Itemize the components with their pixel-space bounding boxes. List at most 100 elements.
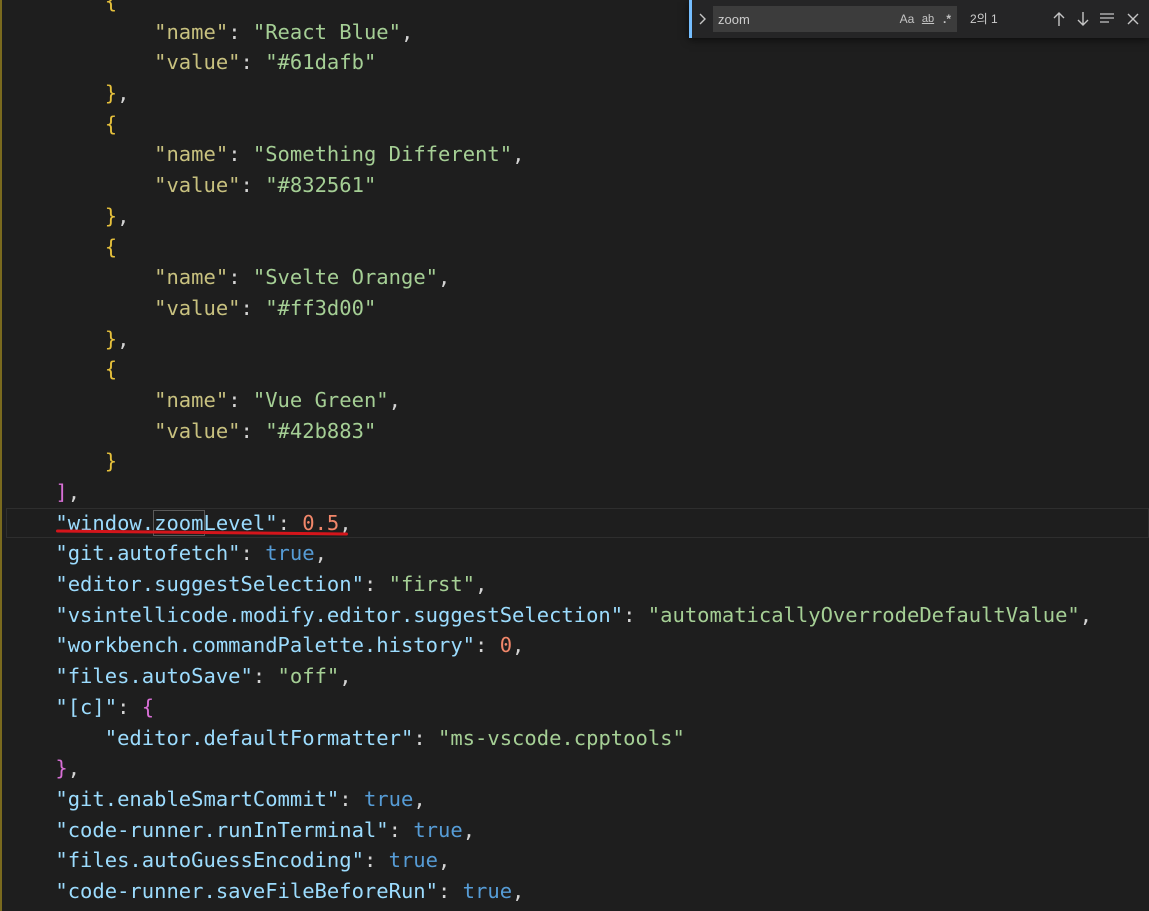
code-token: : — [240, 541, 266, 566]
code-token: { — [55, 357, 118, 382]
code-token: "ms-vscode.cpptools" — [438, 725, 685, 750]
code-token: "git.enableSmartCommit" — [55, 786, 340, 811]
code-token: , — [117, 203, 130, 228]
whole-word-toggle[interactable]: ab — [919, 10, 937, 28]
code-token: , — [67, 756, 81, 781]
find-result-count: 2의 1 — [970, 12, 998, 26]
code-token: "first" — [388, 572, 476, 597]
code-token: , — [339, 510, 352, 535]
code-token: , — [117, 81, 130, 106]
code-token: "name" — [154, 142, 229, 167]
code-line[interactable]: "name": "Something Different", — [6, 139, 1149, 170]
code-token: : — [117, 694, 142, 719]
code-token: : — [240, 295, 266, 320]
code-token: true — [363, 786, 414, 811]
code-token: "#42b883" — [265, 418, 377, 443]
code-token: "value" — [154, 50, 241, 75]
code-line[interactable]: }, — [6, 201, 1149, 232]
code-token: ] — [55, 480, 68, 504]
code-token: } — [55, 203, 118, 228]
code-token: { — [55, 234, 118, 259]
arrow-up-icon[interactable] — [1049, 8, 1069, 30]
code-token: "name" — [154, 265, 229, 290]
code-token: "code-runner.runInTerminal" — [55, 817, 389, 842]
code-line[interactable]: "value": "#ff3d00" — [6, 293, 1149, 324]
code-line[interactable]: { — [6, 354, 1149, 385]
code-line[interactable]: "window.zoomLevel": 0.5, — [6, 507, 1149, 539]
code-line[interactable]: "git.autofetch": true, — [6, 538, 1149, 569]
code-token: "value" — [154, 173, 241, 198]
code-line[interactable]: "workbench.commandPalette.history": 0, — [6, 630, 1149, 661]
code-token: , — [512, 142, 525, 167]
code-line[interactable]: }, — [6, 78, 1149, 109]
code-line[interactable]: "vsintellicode.modify.editor.suggestSele… — [6, 600, 1149, 631]
code-line[interactable]: "files.autoSave": "off", — [6, 661, 1149, 692]
code-line[interactable]: ], — [6, 477, 1149, 508]
code-token: } — [55, 449, 118, 474]
code-token: "#ff3d00" — [265, 295, 377, 320]
code-token: "automaticallyOverrodeDefaultValue" — [647, 602, 1080, 627]
code-token: "name" — [154, 387, 229, 412]
code-line[interactable]: "code-runner.runInTerminal": true, — [6, 815, 1149, 846]
code-token: "git.autofetch" — [55, 541, 241, 566]
code-token: { — [55, 0, 118, 13]
code-line[interactable]: "value": "#42b883" — [6, 416, 1149, 447]
code-token: : — [363, 572, 389, 597]
code-line[interactable]: "[c]": { — [6, 692, 1149, 723]
code-token: : — [240, 50, 266, 75]
code-token: : — [475, 633, 500, 658]
code-token: 0.5 — [302, 510, 340, 535]
code-line[interactable]: "files.autoGuessEncoding": true, — [6, 845, 1149, 876]
code-token: , — [512, 633, 525, 658]
find-input-box[interactable]: Aa ab .* — [713, 6, 957, 32]
code-token: , — [314, 541, 327, 566]
close-icon[interactable] — [1123, 8, 1143, 30]
code-token: "[c]" — [55, 694, 118, 719]
code-area[interactable]: { "name": "React Blue", "value": "#61daf… — [6, 0, 1149, 907]
code-token: "files.autoGuessEncoding" — [55, 848, 364, 873]
code-line[interactable]: "code-runner.saveFileBeforeRun": true, — [6, 876, 1149, 907]
find-in-selection-icon[interactable] — [1097, 8, 1117, 30]
code-token: "Svelte Orange" — [252, 265, 439, 290]
match-case-toggle[interactable]: Aa — [898, 10, 916, 28]
code-line[interactable]: "value": "#832561" — [6, 170, 1149, 201]
code-line[interactable]: { — [6, 109, 1149, 140]
code-token: "name" — [154, 19, 229, 44]
code-line[interactable]: "git.enableSmartCommit": true, — [6, 784, 1149, 815]
code-token: : — [339, 786, 364, 811]
code-line[interactable]: }, — [6, 324, 1149, 355]
code-line[interactable]: }, — [6, 753, 1149, 784]
code-token: , — [512, 878, 525, 903]
code-line[interactable]: "editor.defaultFormatter": "ms-vscode.cp… — [6, 723, 1149, 754]
code-line[interactable]: "editor.suggestSelection": "first", — [6, 569, 1149, 600]
code-line[interactable]: "name": "Vue Green", — [6, 385, 1149, 416]
code-line[interactable]: } — [6, 446, 1149, 477]
chevron-right-icon[interactable] — [695, 8, 711, 30]
arrow-down-icon[interactable] — [1073, 8, 1093, 30]
code-line[interactable]: { — [6, 232, 1149, 263]
find-input[interactable] — [718, 9, 888, 29]
code-token: : — [437, 878, 463, 903]
regex-toggle[interactable]: .* — [939, 10, 955, 28]
code-editor[interactable]: { "name": "React Blue", "value": "#61daf… — [0, 0, 1149, 911]
code-token: , — [1079, 602, 1093, 627]
code-token: { — [55, 111, 118, 136]
code-token: "off" — [277, 664, 340, 689]
code-line[interactable]: "value": "#61dafb" — [6, 47, 1149, 78]
code-line[interactable]: "name": "Svelte Orange", — [6, 262, 1149, 293]
